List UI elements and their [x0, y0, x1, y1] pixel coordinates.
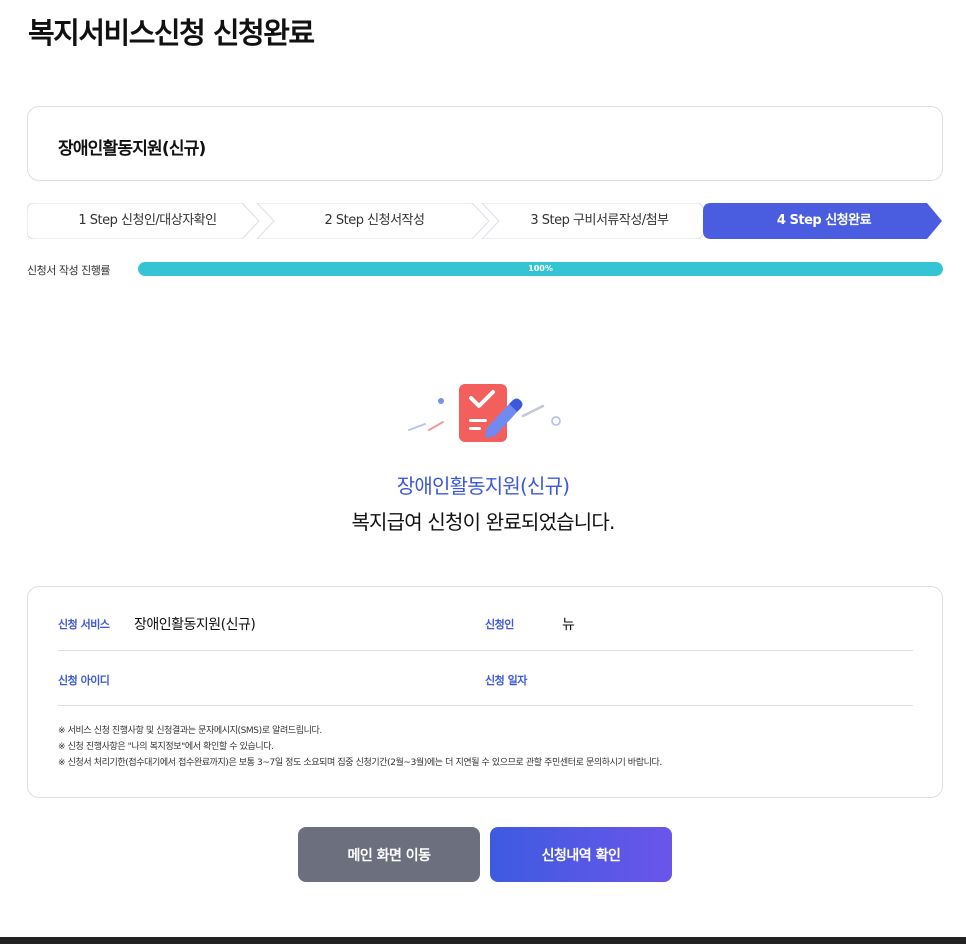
info-divider	[58, 650, 913, 651]
service-value: 장애인활동지원(신규)	[134, 617, 256, 633]
info-divider	[58, 705, 913, 706]
note-item: ※ 신청서 처리기한(접수대기에서 접수완료까지)은 보통 3~7일 정도 소요…	[58, 758, 662, 768]
progress-bar: 100%	[138, 262, 943, 276]
service-card: 장애인활동지원(신규)	[27, 106, 943, 181]
application-info-box: 신청 서비스 장애인활동지원(신규) 신청인 뉴 신청 아이디 신청 일자 ※ …	[27, 586, 943, 798]
date-label: 신청 일자	[485, 674, 527, 687]
bottom-border	[0, 937, 966, 944]
step-3-label: 3 Step 구비서류작성/첨부	[530, 213, 669, 228]
note-item: ※ 서비스 신청 진행사항 및 신청결과는 문자메시지(SMS)로 알려드립니다…	[58, 726, 322, 736]
service-label: 신청 서비스	[58, 618, 110, 631]
applicant-value: 뉴	[562, 617, 575, 633]
applicant-label: 신청인	[485, 618, 514, 631]
progress-label: 신청서 작성 진행률	[27, 264, 110, 277]
main-screen-button[interactable]: 메인 화면 이동	[298, 827, 480, 882]
service-name: 장애인활동지원(신규)	[58, 139, 206, 159]
note-item: ※ 신청 진행사항은 "나의 복지정보"에서 확인할 수 있습니다.	[58, 742, 274, 752]
id-label: 신청 아이디	[58, 674, 110, 687]
step-4-label: 4 Step 신청완료	[776, 213, 872, 228]
step-2-label: 2 Step 신청서작성	[324, 213, 425, 228]
step-1-label: 1 Step 신청인/대상자확인	[78, 213, 217, 228]
application-history-button[interactable]: 신청내역 확인	[490, 827, 672, 882]
result-service-name: 장애인활동지원(신규)	[396, 474, 570, 498]
progress-text: 100%	[528, 264, 553, 273]
step-indicator: 1 Step 신청인/대상자확인 2 Step 신청서작성 3 Step 구비서…	[27, 203, 943, 239]
result-message: 복지급여 신청이 완료되었습니다.	[351, 510, 615, 534]
clipboard-check-icon	[403, 378, 565, 450]
page-title: 복지서비스신청 신청완료	[28, 16, 315, 50]
